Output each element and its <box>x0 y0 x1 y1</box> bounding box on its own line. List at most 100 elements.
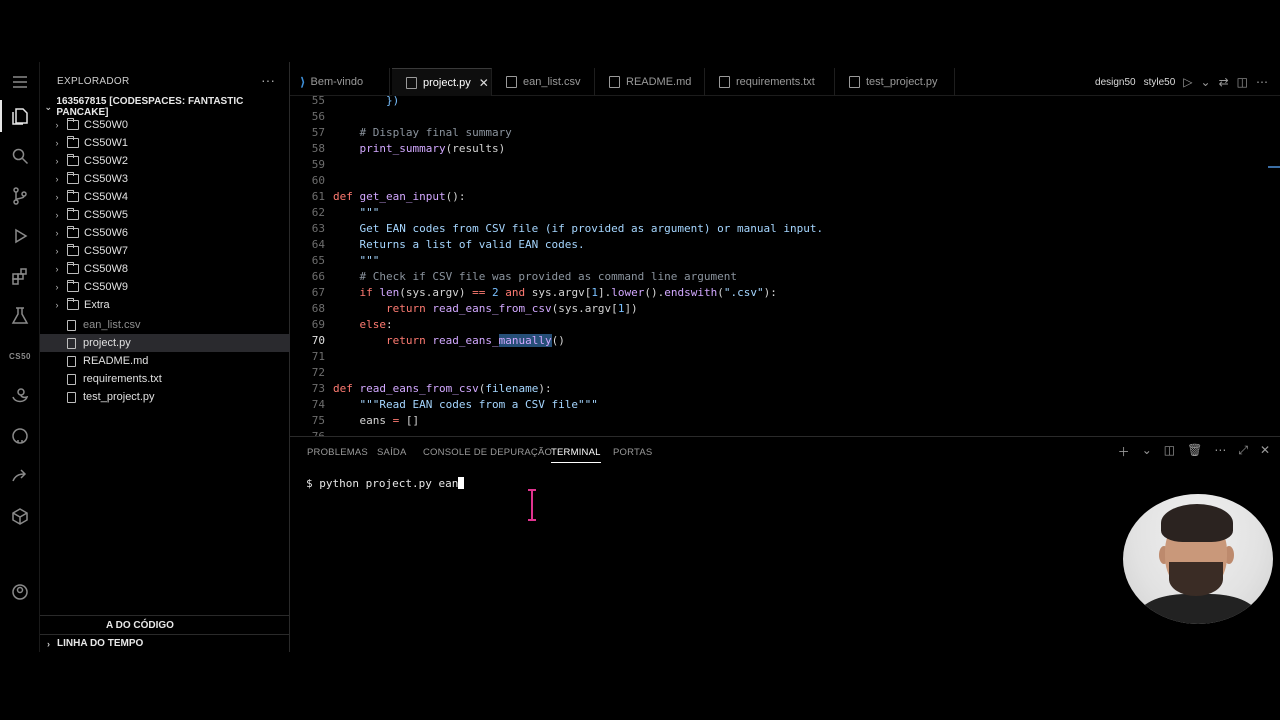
split-editor-icon[interactable]: ◫ <box>1237 75 1248 89</box>
search-icon[interactable] <box>8 144 32 168</box>
folder-item[interactable]: › CS50W4 <box>40 188 290 206</box>
folder-item[interactable]: › CS50W8 <box>40 260 290 278</box>
tab-welcome[interactable]: ⟩ Bem-vindo <box>290 68 390 96</box>
folder-item[interactable]: › CS50W3 <box>40 170 290 188</box>
github-icon[interactable] <box>8 424 32 448</box>
folder-item[interactable]: › CS50W9 <box>40 278 290 296</box>
tab-debug-console[interactable]: CONSOLE DE DEPURAÇÃO <box>423 447 552 458</box>
add-terminal-icon[interactable]: ＋ <box>1118 443 1130 460</box>
duck-icon[interactable] <box>8 384 32 408</box>
file-label: README.md <box>83 355 149 367</box>
line-text: """ <box>333 206 380 219</box>
file-label: project.py <box>83 337 131 349</box>
file-icon <box>849 76 860 88</box>
explorer-icon[interactable] <box>0 100 32 132</box>
code-editor[interactable]: 55 }) 56 57 # Display final summary 58 p… <box>290 96 1280 436</box>
workspace-root[interactable]: ⌄ 163567815 [CODESPACES: FANTASTIC PANCA… <box>40 96 290 118</box>
code-line: 66 # Check if CSV file was provided as c… <box>290 269 1280 285</box>
tab-terminal[interactable]: TERMINAL <box>551 447 601 463</box>
chevron-down-icon[interactable]: ⌄ <box>1201 75 1211 89</box>
line-number: 73 <box>311 382 325 395</box>
folder-item[interactable]: › CS50W1 <box>40 134 290 152</box>
scrollbar-marker[interactable] <box>1268 166 1280 168</box>
remote-explorer-icon[interactable] <box>8 504 32 528</box>
chevron-right-icon: › <box>55 174 59 184</box>
folder-item[interactable]: › CS50W6 <box>40 224 290 242</box>
file-item[interactable]: ean_list.csv <box>40 316 290 334</box>
line-number: 56 <box>311 110 325 123</box>
tab-ports[interactable]: PORTAS <box>613 447 652 458</box>
code-line: 73 def read_eans_from_csv(filename): <box>290 381 1280 397</box>
folder-item[interactable]: › Extra <box>40 296 290 314</box>
folder-label: CS50W4 <box>84 191 129 203</box>
maximize-icon[interactable]: ⤢ <box>1238 443 1248 460</box>
close-icon[interactable]: ✕ <box>479 76 489 90</box>
timeline-section[interactable]: › LINHA DO TEMPO <box>40 634 290 652</box>
folder-item[interactable]: › CS50W2 <box>40 152 290 170</box>
tab-problems[interactable]: PROBLEMAS <box>307 447 368 458</box>
line-number: 71 <box>311 350 325 363</box>
line-number: 59 <box>311 158 325 171</box>
style50-button[interactable]: style50 <box>1144 77 1176 88</box>
design50-button[interactable]: design50 <box>1095 77 1136 88</box>
run-debug-icon[interactable] <box>8 224 32 248</box>
chevron-down-icon[interactable]: ⌄ <box>1142 443 1152 460</box>
tab-ean-list[interactable]: ean_list.csv <box>492 68 595 96</box>
timeline-label: LINHA DO TEMPO <box>57 638 144 649</box>
chevron-down-icon: ⌄ <box>44 101 52 112</box>
line-number: 63 <box>311 222 325 235</box>
more-actions-icon[interactable]: ⋯ <box>1256 75 1268 89</box>
folder-label: CS50W6 <box>84 227 129 239</box>
split-terminal-icon[interactable]: ◫ <box>1164 443 1175 460</box>
presenter-hair <box>1161 504 1233 542</box>
folder-icon <box>67 208 79 220</box>
file-icon <box>719 76 730 88</box>
code-line: 69 else: <box>290 317 1280 333</box>
menu-icon[interactable] <box>8 70 32 94</box>
file-item[interactable]: README.md <box>40 352 290 370</box>
folder-icon <box>67 280 79 292</box>
account-icon[interactable] <box>8 580 32 604</box>
code-line: 75 eans = [] <box>290 413 1280 429</box>
file-item[interactable]: test_project.py <box>40 388 290 406</box>
live-share-icon[interactable] <box>8 464 32 488</box>
folder-item[interactable]: › CS50W0 <box>40 116 290 134</box>
folder-item[interactable]: › CS50W5 <box>40 206 290 224</box>
close-icon[interactable]: ✕ <box>1260 443 1270 460</box>
folder-item[interactable]: › CS50W7 <box>40 242 290 260</box>
outline-section[interactable]: A DO CÓDIGO <box>40 615 290 634</box>
folder-label: CS50W9 <box>84 281 129 293</box>
tab-requirements[interactable]: requirements.txt <box>705 68 835 96</box>
extensions-icon[interactable] <box>8 264 32 288</box>
activity-bar: CS50 <box>0 62 40 652</box>
folder-icon <box>67 118 79 130</box>
line-number: 75 <box>311 414 325 427</box>
source-control-icon[interactable] <box>8 184 32 208</box>
testing-icon[interactable] <box>8 304 32 328</box>
cs50-icon[interactable]: CS50 <box>8 344 32 368</box>
tab-output[interactable]: SAÍDA <box>377 447 407 458</box>
outline-label: A DO CÓDIGO <box>106 619 174 631</box>
tab-readme[interactable]: README.md <box>595 68 705 96</box>
line-number: 70 <box>311 334 325 347</box>
more-actions-icon[interactable]: ··· <box>261 72 275 88</box>
terminal-line[interactable]: $ python project.py ean <box>306 477 465 490</box>
file-item-selected[interactable]: project.py <box>40 334 290 352</box>
file-item[interactable]: requirements.txt <box>40 370 290 388</box>
tab-test-project[interactable]: test_project.py <box>835 68 955 96</box>
compare-icon[interactable]: ⇄ <box>1219 75 1229 89</box>
more-actions-icon[interactable]: ⋯ <box>1214 443 1226 460</box>
file-icon <box>67 319 76 331</box>
trash-icon[interactable]: 🗑 <box>1187 443 1202 460</box>
chevron-right-icon: › <box>55 192 59 202</box>
code-line: 65 """ <box>290 253 1280 269</box>
chevron-right-icon: › <box>55 120 59 130</box>
line-text: def read_eans_from_csv(filename): <box>333 382 552 395</box>
folder-label: CS50W3 <box>84 173 129 185</box>
line-text: # Check if CSV file was provided as comm… <box>333 270 737 283</box>
run-icon[interactable]: ▷ <box>1183 75 1192 89</box>
tab-project-py[interactable]: project.py ✕ <box>392 68 492 96</box>
line-number: 74 <box>311 398 325 411</box>
line-text: eans = [] <box>333 414 420 427</box>
folder-icon <box>67 298 79 310</box>
